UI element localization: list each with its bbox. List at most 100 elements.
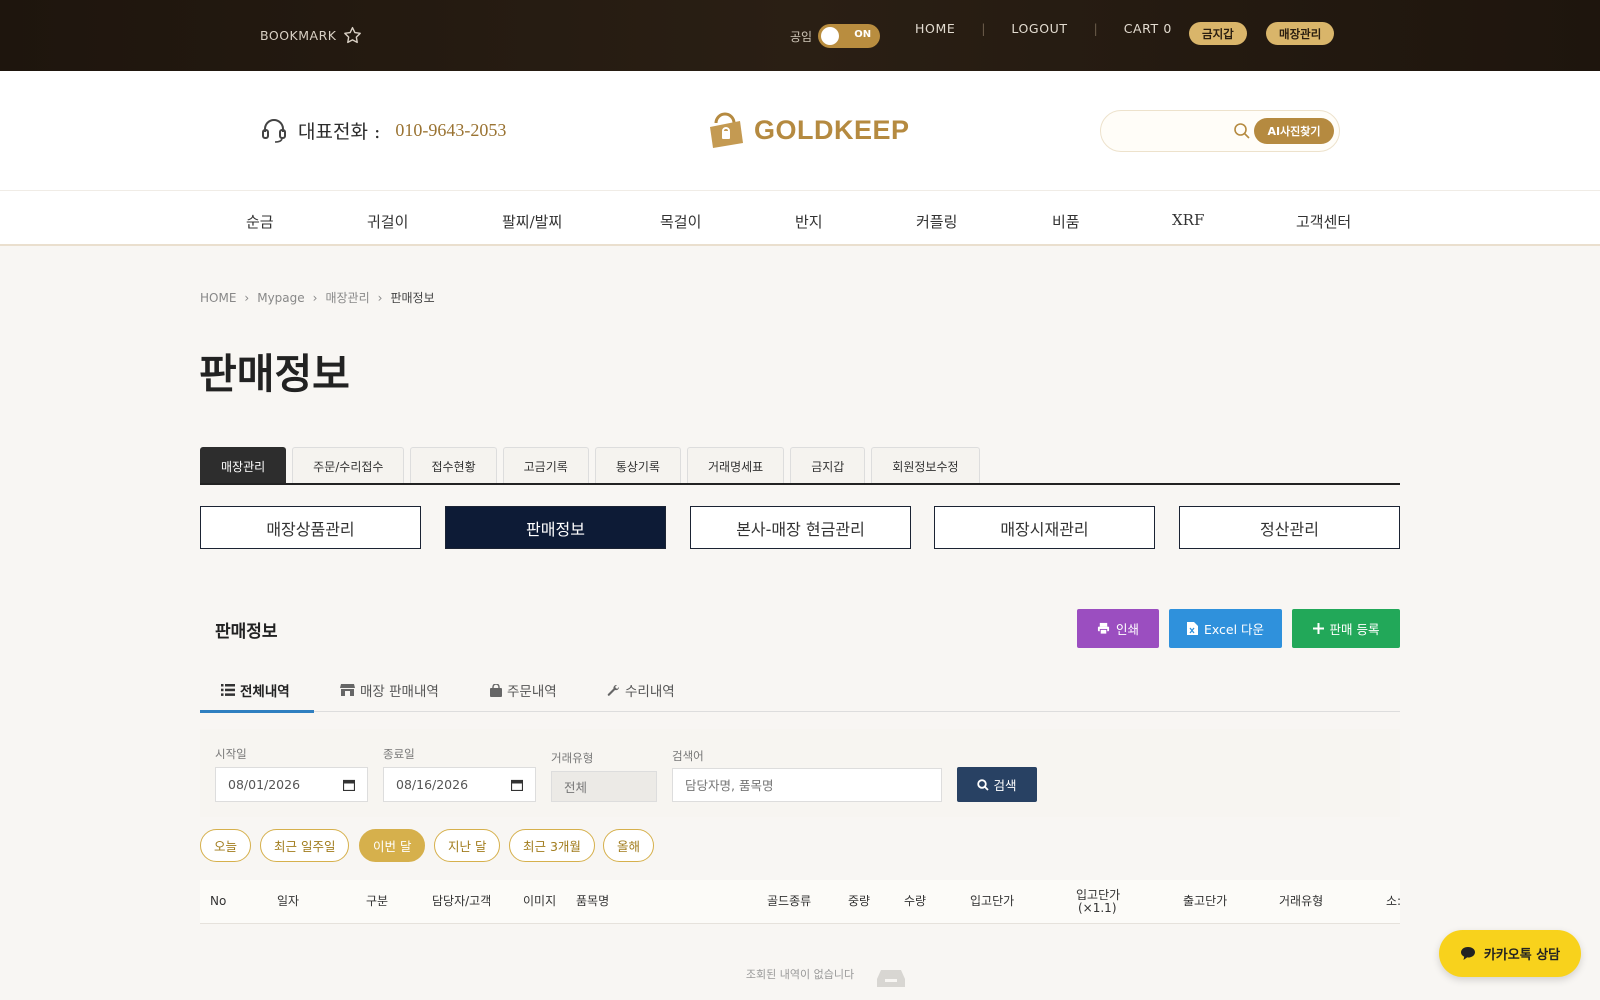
print-button[interactable]: 인쇄: [1077, 609, 1159, 648]
breadcrumb-current: 판매정보: [390, 291, 435, 305]
list-icon: [221, 684, 235, 696]
print-label: 인쇄: [1115, 622, 1139, 637]
subnav-store-products[interactable]: 매장상품관리: [200, 506, 421, 549]
subtab-orders-label: 주문내역: [507, 684, 557, 700]
breadcrumb-home[interactable]: HOME: [200, 291, 236, 305]
subnav-settlement[interactable]: 정산관리: [1179, 506, 1400, 549]
tab-order-repair[interactable]: 주문/수리접수: [292, 447, 405, 484]
nav-necklaces[interactable]: 목걸이: [660, 211, 701, 232]
tab-old-gold[interactable]: 고금기록: [502, 447, 589, 484]
breadcrumb: HOME › Mypage › 매장관리 › 판매정보: [200, 289, 435, 306]
col-staff-customer: 담당자/고객: [432, 894, 492, 908]
bookmark-label: BOOKMARK: [260, 28, 337, 43]
subnav-store-cash[interactable]: 매장시재관리: [934, 506, 1155, 549]
search-button[interactable]: 검색: [957, 767, 1037, 802]
nav-customer-center[interactable]: 고객센터: [1296, 211, 1351, 232]
tab-gold-wallet[interactable]: 금지갑: [790, 447, 866, 484]
excel-label: Excel 다운: [1203, 622, 1265, 637]
col-truncated: 소:: [1386, 894, 1400, 908]
breadcrumb-mypage[interactable]: Mypage: [257, 291, 304, 305]
col-in-price-vat-note: (×1.1): [1078, 901, 1117, 915]
tab-divider: [200, 483, 1400, 485]
excel-download-button[interactable]: Excel 다운: [1169, 609, 1282, 648]
search-icon: [977, 778, 990, 791]
star-icon: [344, 26, 362, 44]
transaction-type-label: 거래유형: [551, 751, 594, 765]
subtab-all[interactable]: 전체내역: [221, 680, 290, 700]
transaction-type-select[interactable]: 전체: [551, 771, 657, 802]
col-date: 일자: [277, 894, 300, 908]
tab-member-info[interactable]: 회원정보수정: [871, 447, 980, 484]
gold-wallet-button[interactable]: 금지갑: [1189, 22, 1247, 45]
col-no: No: [210, 894, 227, 908]
home-link[interactable]: HOME: [915, 21, 955, 36]
subtab-repairs-label: 수리내역: [625, 684, 675, 700]
keyword-input[interactable]: [685, 777, 929, 793]
nav-supplies[interactable]: 비품: [1052, 211, 1080, 232]
header: 대표전화 : 010-9643-2053 GOLDKEEP AI사진찾기: [0, 71, 1600, 190]
wrench-icon: [607, 684, 620, 696]
logo[interactable]: GOLDKEEP: [704, 109, 910, 151]
range-today[interactable]: 오늘: [200, 829, 252, 862]
divider: |: [1093, 21, 1098, 36]
page-title: 판매정보: [199, 350, 350, 398]
chevron-right-icon: ›: [244, 290, 250, 305]
search-icon[interactable]: [1233, 122, 1251, 140]
labor-mode-label: 공임: [790, 29, 813, 44]
store-management-button[interactable]: 매장관리: [1266, 22, 1335, 45]
nav-rings[interactable]: 반지: [795, 211, 823, 232]
phone-contact: 대표전화 : 010-9643-2053: [259, 115, 506, 145]
subnav-sales-info[interactable]: 판매정보: [445, 506, 666, 549]
col-category: 구분: [366, 894, 389, 908]
col-out-price: 출고단가: [1183, 894, 1228, 908]
subtab-store-sales-label: 매장 판매내역: [360, 684, 439, 700]
store-icon: [340, 684, 355, 696]
range-this-year[interactable]: 올해: [603, 829, 655, 862]
start-date-input[interactable]: 08/01/2026: [215, 767, 368, 802]
nav-bracelets[interactable]: 팔찌/발찌: [502, 211, 562, 232]
cart-link[interactable]: CART 0: [1124, 21, 1172, 36]
toggle-knob: [821, 27, 840, 45]
nav-xrf[interactable]: XRF: [1172, 211, 1204, 229]
end-date-input[interactable]: 08/16/2026: [383, 767, 536, 802]
range-last-month[interactable]: 지난 달: [434, 829, 501, 862]
breadcrumb-store[interactable]: 매장관리: [325, 289, 369, 306]
ai-photo-search-button[interactable]: AI사진찾기: [1254, 118, 1334, 144]
logout-link[interactable]: LOGOUT: [1011, 21, 1067, 36]
range-last-3-months[interactable]: 최근 3개월: [509, 829, 595, 862]
header-search-input[interactable]: [1113, 119, 1213, 143]
nav-pure-gold[interactable]: 순금: [246, 211, 274, 232]
labor-mode-toggle[interactable]: ON: [818, 24, 881, 48]
tab-general-records[interactable]: 통상기록: [594, 447, 681, 484]
nav-earrings[interactable]: 귀걸이: [367, 211, 408, 232]
subtab-repairs[interactable]: 수리내역: [607, 680, 675, 700]
section-title: 판매정보: [215, 622, 278, 642]
mypage-tabs: 매장관리 주문/수리접수 접수현황 고금기록 통상기록 거래명세표 금지갑 회원…: [200, 447, 980, 484]
col-gold-type: 골드종류: [767, 894, 812, 908]
add-sale-button[interactable]: 판매 등록: [1292, 609, 1400, 648]
tab-receipt-status[interactable]: 접수현황: [410, 447, 497, 484]
subnav-cash-management[interactable]: 본사-매장 현금관리: [690, 506, 911, 549]
phone-number: 010-9643-2053: [395, 119, 507, 140]
kakao-chat-button[interactable]: 카카오톡 상담: [1439, 930, 1581, 977]
range-this-month[interactable]: 이번 달: [359, 829, 426, 862]
col-item-name: 품목명: [576, 894, 610, 908]
plus-icon: [1312, 623, 1324, 634]
active-subtab-indicator: [200, 710, 314, 713]
labor-mode-toggle-group: 공임 ON: [790, 24, 881, 48]
subtab-store-sales[interactable]: 매장 판매내역: [340, 680, 439, 700]
chevron-right-icon: ›: [377, 290, 383, 305]
divider: |: [981, 21, 986, 36]
phone-label: 대표전화 :: [298, 120, 381, 143]
top-links: HOME | LOGOUT | CART 0: [915, 21, 1172, 36]
add-sale-label: 판매 등록: [1329, 622, 1380, 637]
header-search: AI사진찾기: [1100, 110, 1340, 152]
range-last-week[interactable]: 최근 일주일: [260, 829, 350, 862]
sales-table-header: No 일자 구분 담당자/고객 이미지 품목명 골드종류 중량 수량 입고단가 …: [200, 880, 1400, 924]
tab-statement[interactable]: 거래명세표: [686, 447, 785, 484]
subtab-orders[interactable]: 주문내역: [490, 680, 557, 700]
bookmark-link[interactable]: BOOKMARK: [260, 25, 363, 46]
tab-store-management[interactable]: 매장관리: [200, 447, 287, 484]
nav-couple-rings[interactable]: 커플링: [916, 211, 957, 232]
shopping-bag-icon: [490, 683, 502, 697]
